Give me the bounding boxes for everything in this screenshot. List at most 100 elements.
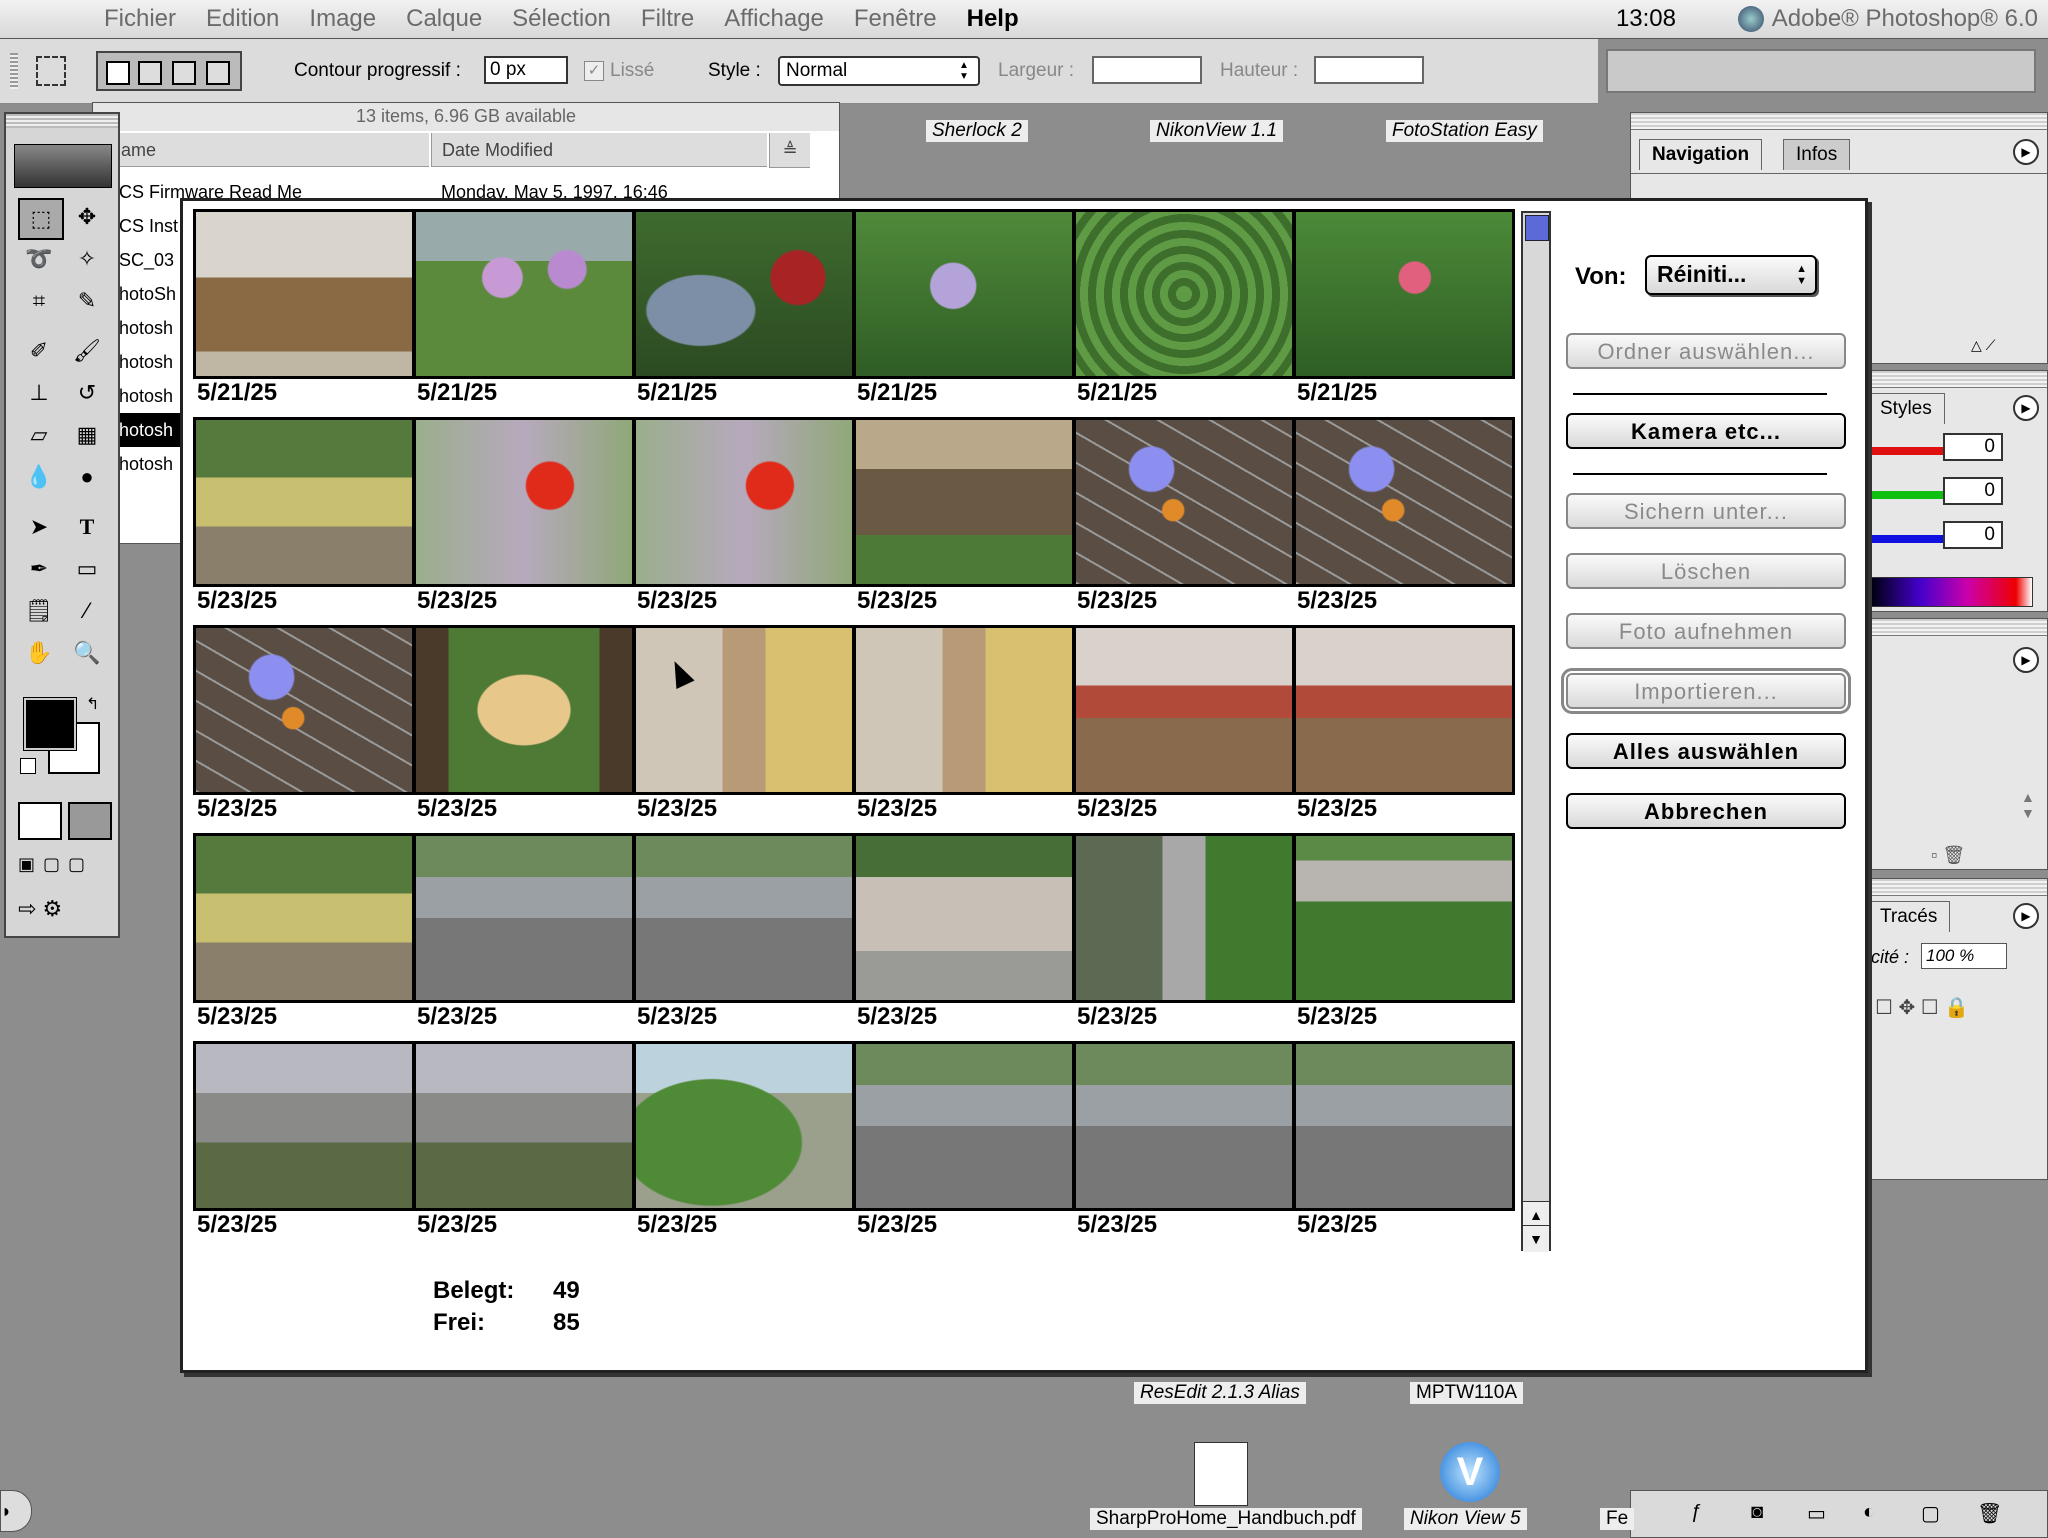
thumbnail-cell[interactable]: 5/23/25 (193, 417, 415, 622)
lock-icons[interactable]: ☐ ✥ ☐ 🔒 (1875, 995, 1969, 1020)
thumbnail-image-alley-graffiti[interactable] (633, 625, 855, 795)
import-button[interactable]: Importieren... (1561, 668, 1851, 714)
add-selection-icon[interactable] (138, 61, 162, 85)
select-all-button[interactable]: Alles auswählen (1566, 733, 1846, 769)
scroll-down-arrow-icon[interactable]: ▼ (1523, 1225, 1549, 1252)
dodge-tool-icon[interactable]: ● (66, 458, 108, 496)
new-selection-icon[interactable] (106, 61, 130, 85)
thumbnail-image-chives-flowers[interactable] (413, 209, 635, 379)
slice-tool-icon[interactable]: ✎ (66, 282, 108, 320)
thumbnail-cell[interactable]: 5/21/25 (413, 209, 635, 414)
brush-tool-icon[interactable]: 🖌 (66, 332, 108, 370)
finder-column-date[interactable]: Date Modified (431, 133, 767, 167)
thumbnail-image-red-poppy[interactable] (413, 417, 635, 587)
gradient-tool-icon[interactable]: ▦ (66, 416, 108, 454)
thumbnail-cell[interactable]: 5/23/25 (413, 1041, 635, 1246)
menu-selection[interactable]: Sélection (512, 5, 611, 33)
intersect-selection-icon[interactable] (206, 61, 230, 85)
thumbnail-cell[interactable]: 5/23/25 (633, 833, 855, 1038)
delete-button[interactable]: Löschen (1566, 553, 1846, 589)
apple-menu-icon[interactable] (30, 0, 74, 38)
adjustment-layer-icon[interactable]: ◐ (1863, 1501, 1875, 1524)
trash-icon[interactable]: 🗑 (1977, 1501, 2002, 1526)
thumbnail-cell[interactable]: 5/23/25 (1073, 833, 1295, 1038)
notes-tool-icon[interactable]: 🗒 (18, 592, 60, 630)
thumbnail-image-kiosk-building[interactable] (853, 833, 1075, 1003)
adobe-eye-logo[interactable] (14, 144, 112, 188)
antialias-checkbox[interactable]: ✓ (584, 61, 604, 81)
menu-help[interactable]: Help (967, 5, 1019, 33)
quick-mask-icon[interactable] (68, 802, 112, 840)
width-input[interactable] (1092, 56, 1202, 84)
standard-mode-icon[interactable] (18, 802, 62, 840)
thumbnail-cell[interactable]: 5/21/25 (1293, 209, 1515, 414)
choose-folder-button[interactable]: Ordner auswählen... (1566, 333, 1846, 369)
thumbnail-cell[interactable]: 5/23/25 (1073, 1041, 1295, 1246)
opacity-input[interactable]: 100 % (1921, 943, 2007, 969)
thumbnail-image-green-bush[interactable] (633, 1041, 855, 1211)
thumbnail-image-street-traffic[interactable] (413, 833, 635, 1003)
thumbnail-cell[interactable]: 5/23/25 (1293, 1041, 1515, 1246)
subtract-selection-icon[interactable] (172, 61, 196, 85)
thumbnail-cell[interactable]: 5/23/25 (1293, 625, 1515, 830)
height-input[interactable] (1314, 56, 1424, 84)
thumbnail-cell[interactable]: 5/23/25 (633, 417, 855, 622)
thumbnail-cell[interactable]: 5/23/25 (193, 833, 415, 1038)
thumbnail-image-graffiti-wall[interactable] (193, 833, 415, 1003)
palette-footer-icons[interactable]: ▫ 🗑 (1931, 845, 1965, 866)
thumbnail-cell[interactable]: 5/21/25 (193, 209, 415, 414)
marquee-tool-preset-icon[interactable] (36, 56, 66, 86)
pdf-document-icon[interactable] (1194, 1442, 1248, 1506)
zoom-tool-icon[interactable]: 🔍 (66, 634, 108, 672)
menu-filtre[interactable]: Filtre (641, 5, 694, 33)
move-tool-icon[interactable]: ✥ (66, 198, 108, 236)
desktop-icon-label[interactable]: MPTW110A (1410, 1382, 1524, 1404)
stamp-tool-icon[interactable]: ⊥ (18, 374, 60, 412)
thumbnail-cell[interactable]: 5/23/25 (193, 1041, 415, 1246)
menubar-clock[interactable]: 13:08 (1616, 5, 1676, 33)
cancel-button[interactable]: Abbrechen (1566, 793, 1846, 829)
style-select[interactable]: Normal ▲ ▼ (778, 56, 980, 86)
menu-calque[interactable]: Calque (406, 5, 482, 33)
thumbnail-scrollbar[interactable]: ▲ ▼ (1521, 211, 1551, 1252)
swap-colors-icon[interactable]: ↰ (86, 694, 99, 714)
default-colors-icon[interactable] (20, 758, 36, 774)
thumbnail-image-lantern-birdhouse[interactable] (633, 209, 855, 379)
desktop-icon-label[interactable]: NikonView 1.1 (1150, 120, 1284, 142)
palette-menu-arrow-icon[interactable]: ▶ (2013, 647, 2039, 673)
thumbnail-image-street-traffic[interactable] (853, 1041, 1075, 1211)
thumbnail-image-alley-graffiti[interactable] (853, 625, 1075, 795)
thumbnail-image-green-foliage[interactable] (1073, 209, 1295, 379)
layer-mask-icon[interactable]: ◙ (1751, 1501, 1763, 1524)
blur-tool-icon[interactable]: 💧 (18, 458, 60, 496)
thumbnail-cell[interactable]: 5/23/25 (853, 625, 1075, 830)
new-layer-icon[interactable]: ▢ (1921, 1501, 1940, 1526)
toolbox-titlebar[interactable] (6, 114, 118, 128)
zoom-controls-icon[interactable]: △ ⟋ (1971, 337, 2041, 357)
screen-mode-icons[interactable]: ▣▢▢ (18, 854, 108, 880)
thumbnail-image-fence-decoration[interactable] (193, 625, 415, 795)
finder-column-name[interactable]: ame (93, 133, 429, 167)
source-popup[interactable]: Réiniti... ▲ ▼ (1645, 255, 1817, 295)
path-selection-icon[interactable]: ➤ (18, 508, 60, 546)
thumbnail-image-street-traffic[interactable] (1073, 1041, 1295, 1211)
foreground-color-swatch[interactable] (23, 697, 77, 751)
history-brush-icon[interactable]: ↺ (66, 374, 108, 412)
thumbnail-cell[interactable]: 5/21/25 (1073, 209, 1295, 414)
desktop-icon-label[interactable]: Fe (1600, 1508, 1635, 1530)
thumbnail-cell[interactable]: 5/23/25 (413, 833, 635, 1038)
thumbnail-image-cafe-terrace[interactable] (1073, 625, 1295, 795)
desktop-icon-label[interactable]: SharpProHome_Handbuch.pdf (1090, 1508, 1362, 1530)
desktop-icon-label[interactable]: ResEdit 2.1.3 Alias (1134, 1382, 1306, 1404)
take-photo-button[interactable]: Foto aufnehmen (1566, 613, 1846, 649)
thumbnail-image-pink-rose[interactable] (1293, 209, 1515, 379)
save-as-button[interactable]: Sichern unter... (1566, 493, 1846, 529)
thumbnail-image-street-traffic[interactable] (633, 833, 855, 1003)
healing-brush-icon[interactable]: ✐ (18, 332, 60, 370)
lasso-tool-icon[interactable]: ➰ (18, 240, 60, 278)
menu-affichage[interactable]: Affichage (724, 5, 824, 33)
red-value-input[interactable]: 0 (1943, 433, 2003, 461)
type-tool-icon[interactable]: T (66, 508, 108, 546)
tab-styles[interactable]: Styles (1867, 393, 1945, 424)
thumbnail-image-living-room[interactable] (193, 209, 415, 379)
